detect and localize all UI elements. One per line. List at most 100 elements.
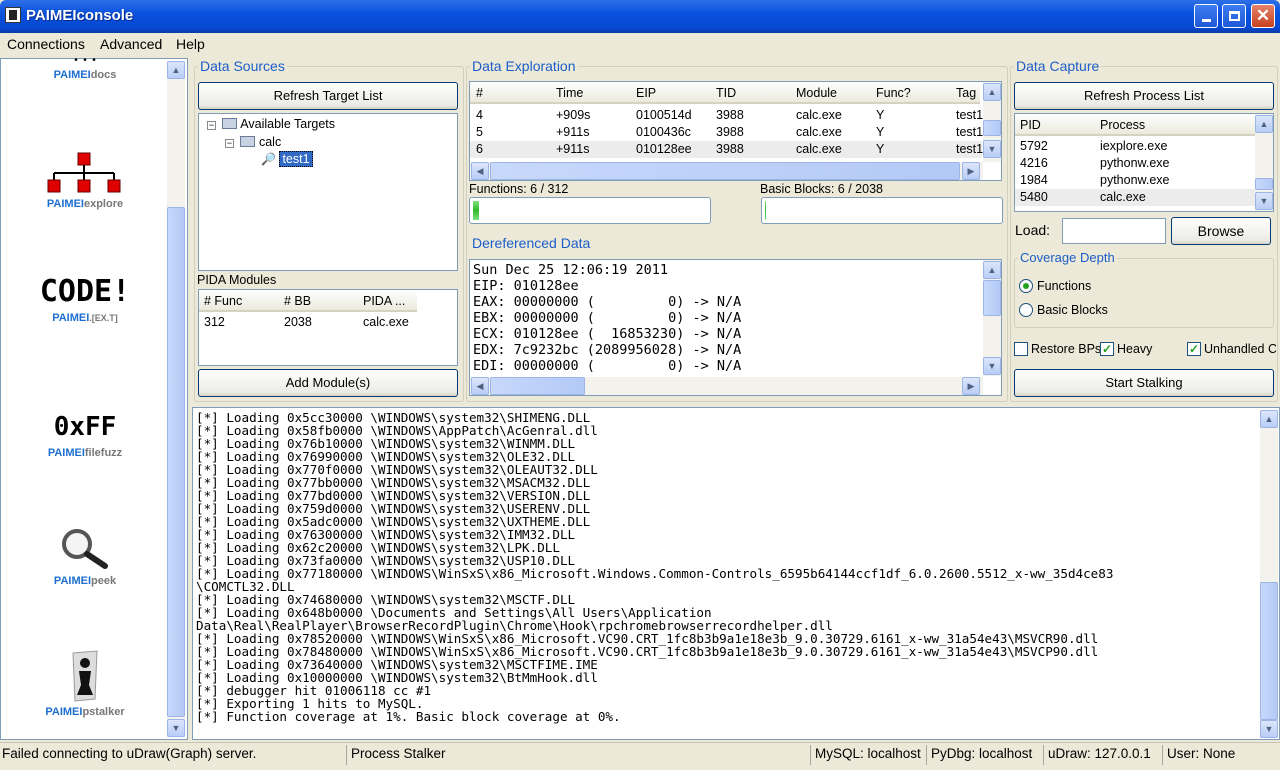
col-eip[interactable]: EIP [636,86,656,100]
pida-modules-list[interactable]: # Func # BB PIDA ... 312 2038 calc.exe [198,289,458,366]
folder-icon [240,136,256,147]
table-row[interactable]: 4216 pythonw.exe [1015,155,1255,172]
col-module[interactable]: Module [796,86,837,100]
title-bar[interactable]: PAIMEIconsole ✕ [0,0,1280,33]
scroll-down-icon[interactable]: ▼ [983,140,1001,158]
col-func[interactable]: Func? [876,86,911,100]
start-stalking-button[interactable]: Start Stalking [1014,369,1274,397]
collapse-icon[interactable]: − [225,139,234,148]
table-row[interactable]: 5 +911s 0100436c 3988 calc.exe Ytest1 [470,124,983,141]
menu-help[interactable]: Help [176,36,205,52]
col-time[interactable]: Time [556,86,583,100]
scroll-right-icon[interactable]: ▶ [962,377,980,395]
scroll-thumb[interactable] [167,207,185,717]
log-line: [*] Loading 0x77180000 \WINDOWS\WinSxS\x… [196,566,1114,581]
table-row[interactable]: 4 +909s 0100514d 3988 calc.exe Ytest1 [470,107,983,124]
scroll-right-icon[interactable]: ▶ [962,162,980,180]
tool-paimeipeek[interactable]: PAIMEIpeek [31,526,139,587]
tool-paimeifilefuzz[interactable]: 0xFF PAIMEIfilefuzz [31,407,139,459]
log-vscroll[interactable]: ▲ ▼ [1260,410,1278,738]
scroll-thumb[interactable] [983,280,1001,316]
tree-node-calc[interactable]: − calc [225,135,281,149]
table-row[interactable]: 5480 calc.exe [1015,189,1255,206]
data-sources-title: Data Sources [198,58,287,74]
unhandled-checkbox[interactable]: ✓ [1187,342,1201,356]
col-func[interactable]: # Func [204,294,242,308]
table-row[interactable]: 5792 iexplore.exe [1015,138,1255,155]
refresh-process-list-button[interactable]: Refresh Process List [1014,82,1274,110]
scroll-thumb[interactable] [1255,178,1273,190]
scroll-up-icon[interactable]: ▲ [983,83,1001,101]
maximize-button[interactable] [1222,4,1246,28]
tool-paimeidocs[interactable]: • • • PAIMEIdocs [31,55,139,82]
status-message: Failed connecting to uDraw(Graph) server… [2,746,257,761]
scroll-left-icon[interactable]: ◀ [471,377,489,395]
scroll-down-icon[interactable]: ▼ [983,357,1001,375]
col-pida[interactable]: PIDA ... [363,294,405,308]
tree-node-test1[interactable]: 🔎 test1 [261,151,313,167]
tool-paimei-ext[interactable]: CODE! PAIMEI.[EX.T] [31,272,139,324]
hits-list[interactable]: # Time EIP TID Module Func? Tag 4 +909s 01… [469,81,1002,181]
scroll-left-icon[interactable]: ◀ [471,162,489,180]
app-icon[interactable] [5,7,21,23]
refresh-target-list-button[interactable]: Refresh Target List [198,82,458,110]
checkmark-icon: ✓ [1188,342,1200,356]
minimize-button[interactable] [1194,4,1218,28]
add-modules-button[interactable]: Add Module(s) [198,369,458,397]
deref-line: EDX: 7c9232bc (2089956028) -> N/A [473,342,742,358]
load-path-field[interactable] [1062,218,1166,244]
scroll-down-icon[interactable]: ▼ [1255,192,1273,210]
col-process[interactable]: Process [1100,118,1145,132]
table-row[interactable]: 1984 pythonw.exe [1015,172,1255,189]
deref-line: EDI: 00000000 ( 0) -> N/A [473,358,742,374]
basic-blocks-radio[interactable] [1019,303,1033,317]
col-tid[interactable]: TID [716,86,736,100]
process-vscroll[interactable]: ▲ ▼ [1255,114,1273,211]
table-row[interactable]: 312 2038 calc.exe [199,314,457,331]
status-mysql: MySQL: localhost [815,746,921,761]
search-icon: 🔎 [261,152,276,166]
tree-root[interactable]: − Available Targets [207,117,335,131]
dots-icon: • • • [74,55,96,66]
deref-hscroll[interactable]: ◀ ▶ [470,377,983,395]
scroll-up-icon[interactable]: ▲ [167,61,185,79]
col-bb[interactable]: # BB [284,294,311,308]
data-capture-title: Data Capture [1014,58,1102,74]
deref-line: EAX: 00000000 ( 0) -> N/A [473,294,742,310]
scroll-up-icon[interactable]: ▲ [1260,410,1278,428]
tool-paimeipstalker[interactable]: PAIMEIpstalker [31,649,139,718]
scroll-thumb[interactable] [490,377,585,395]
target-tree[interactable]: − Available Targets − calc 🔎 test1 [198,113,458,271]
functions-progress-fill [473,201,479,220]
process-list[interactable]: PID Process 5792 iexplore.exe 4216 pythonw… [1014,113,1274,212]
scroll-thumb[interactable] [1260,582,1278,720]
menu-advanced[interactable]: Advanced [100,36,162,52]
deref-vscroll[interactable]: ▲ ▼ [983,260,1001,376]
scroll-down-icon[interactable]: ▼ [1260,720,1278,738]
heavy-checkbox[interactable]: ✓ [1100,342,1114,356]
scroll-up-icon[interactable]: ▲ [1255,115,1273,133]
col-num[interactable]: # [476,86,483,100]
col-tag[interactable]: Tag [956,86,976,100]
col-pid[interactable]: PID [1020,118,1041,132]
table-row[interactable]: 6 +911s 010128ee 3988 calc.exe Ytest1 [470,141,983,158]
scroll-thumb[interactable] [983,120,1001,136]
functions-radio[interactable] [1019,279,1033,293]
sidebar-scrollbar[interactable]: ▲ ▼ [167,61,185,737]
scroll-up-icon[interactable]: ▲ [983,261,1001,279]
scroll-down-icon[interactable]: ▼ [167,719,185,737]
hits-vscroll[interactable]: ▲ ▼ [983,82,1001,162]
tool-paimeiexplore[interactable]: PAIMEIexplore [31,151,139,210]
browse-button[interactable]: Browse [1171,217,1271,245]
log-output[interactable]: [*] Loading 0x5cc30000 \WINDOWS\system32… [192,407,1280,740]
restore-bps-checkbox[interactable] [1014,342,1028,356]
dereferenced-data-text[interactable]: Sun Dec 25 12:06:19 2011 EIP: 010128ee EAX… [469,259,1002,396]
menu-connections[interactable]: Connections [7,36,85,52]
status-user: User: None [1167,746,1236,761]
collapse-icon[interactable]: − [207,121,216,130]
maximize-icon [1228,11,1240,21]
basic-blocks-label: Basic Blocks: 6 / 2038 [760,182,883,196]
scroll-thumb[interactable] [490,162,960,180]
close-button[interactable]: ✕ [1251,4,1275,28]
hits-hscroll[interactable]: ◀ ▶ [470,162,983,180]
